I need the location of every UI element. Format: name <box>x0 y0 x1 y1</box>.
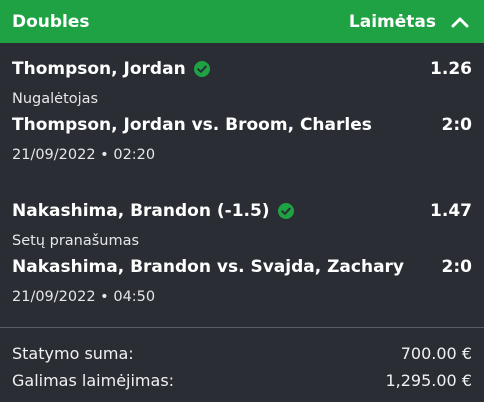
bet-card: Doubles Laimėtas Thompson, Jordan 1.26 N… <box>0 0 484 402</box>
check-circle-icon <box>277 203 294 219</box>
selection-2-player: Nakashima, Brandon (-1.5) <box>12 201 294 221</box>
stake-label: Statymo suma: <box>12 344 134 363</box>
selection-2-odds: 1.47 <box>430 201 472 221</box>
selection-2: Nakashima, Brandon (-1.5) 1.47 Setų pran… <box>12 201 472 305</box>
selection-2-player-name: Nakashima, Brandon (-1.5) <box>12 201 270 221</box>
check-circle-icon <box>193 61 210 77</box>
selection-1-datetime: 21/09/2022 • 02:20 <box>12 147 156 163</box>
header-right: Laimėtas <box>349 12 470 32</box>
selection-2-score: 2:0 <box>441 257 472 277</box>
stake-row: Statymo suma: 700.00 € <box>12 344 472 363</box>
selection-1-player: Thompson, Jordan <box>12 59 210 79</box>
selection-2-match-row: Nakashima, Brandon vs. Svajda, Zachary 2… <box>12 257 472 277</box>
selection-2-title-row: Nakashima, Brandon (-1.5) 1.47 <box>12 201 472 221</box>
selection-1-match-row: Thompson, Jordan vs. Broom, Charles 2:0 <box>12 115 472 135</box>
payout-row: Galimas laimėjimas: 1,295.00 € <box>12 371 472 390</box>
stake-value: 700.00 € <box>400 344 472 363</box>
bet-status-label: Laimėtas <box>348 11 436 32</box>
bet-type-title: Doubles <box>12 11 90 32</box>
bet-header[interactable]: Doubles Laimėtas <box>0 0 484 43</box>
payout-label: Galimas laimėjimas: <box>12 371 175 390</box>
summary-divider <box>0 327 484 328</box>
selection-2-market: Setų pranašumas <box>12 233 140 249</box>
selection-1-market: Nugalėtojas <box>12 91 99 107</box>
selection-1-score: 2:0 <box>441 115 472 135</box>
chevron-up-icon[interactable] <box>450 12 470 32</box>
selection-2-datetime: 21/09/2022 • 04:50 <box>12 289 156 305</box>
selection-1-player-name: Thompson, Jordan <box>12 59 186 79</box>
payout-value: 1,295.00 € <box>385 371 472 390</box>
selection-1-odds: 1.26 <box>430 59 472 79</box>
selection-1-title-row: Thompson, Jordan 1.26 <box>12 59 472 79</box>
selection-1-match: Thompson, Jordan vs. Broom, Charles <box>12 115 372 135</box>
selection-2-match: Nakashima, Brandon vs. Svajda, Zachary <box>12 257 405 277</box>
selection-1: Thompson, Jordan 1.26 Nugalėtojas Thomps… <box>12 59 472 163</box>
